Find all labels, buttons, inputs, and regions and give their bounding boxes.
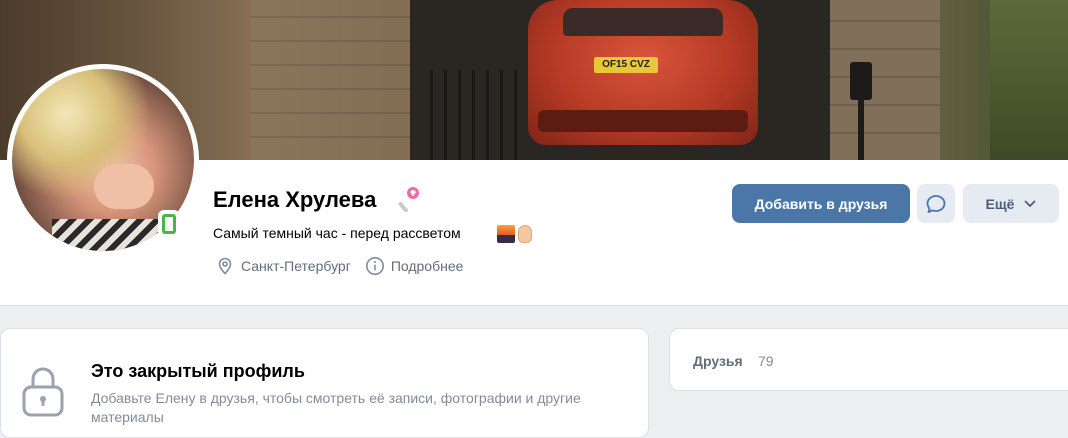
friends-card[interactable]: Друзья 79 xyxy=(669,328,1068,391)
message-button[interactable] xyxy=(917,184,955,223)
more-info-link[interactable]: Подробнее xyxy=(365,256,464,276)
car-bumper xyxy=(538,110,748,132)
cover-foliage xyxy=(990,0,1068,160)
info-icon xyxy=(365,257,384,275)
friends-count: 79 xyxy=(758,353,774,369)
sunset-emoji-icon xyxy=(497,225,515,243)
car-rear-window xyxy=(563,8,723,36)
chevron-down-icon xyxy=(1025,200,1036,207)
crossed-fingers-emoji-icon xyxy=(518,225,532,243)
profile-status: Самый темный час - перед рассветом xyxy=(213,225,461,241)
profile-header: OF15 CVZ Елена Хрулева Самый темный час … xyxy=(0,0,1068,306)
private-title: Это закрытый профиль xyxy=(91,361,305,381)
city-item[interactable]: Санкт-Петербург xyxy=(215,256,351,276)
profile-meta: Санкт-Петербург Подробнее xyxy=(215,256,477,276)
avatar[interactable] xyxy=(7,64,199,256)
profile-name: Елена Хрулева xyxy=(213,187,377,212)
location-pin-icon xyxy=(218,257,232,275)
car-plate: OF15 CVZ xyxy=(594,57,658,73)
city-label: Санкт-Петербург xyxy=(241,258,351,274)
friends-label: Друзья xyxy=(693,353,743,369)
add-friend-button[interactable]: Добавить в друзья xyxy=(732,184,910,223)
cover-gate-bars xyxy=(430,70,520,160)
lock-icon xyxy=(22,367,64,417)
status-emojis xyxy=(497,223,537,245)
more-label: Ещё xyxy=(985,195,1015,212)
cover-street-lamp xyxy=(848,62,874,160)
cover-car: OF15 CVZ xyxy=(528,0,758,145)
cover-stone-wall-right xyxy=(830,0,940,160)
private-profile-card: Это закрытый профиль Добавьте Елену в др… xyxy=(0,328,649,438)
online-mobile-icon xyxy=(158,210,180,238)
key-heart-emoji-icon xyxy=(398,187,419,212)
private-description: Добавьте Елену в друзья, чтобы смотреть … xyxy=(91,390,581,425)
more-dropdown-button[interactable]: Ещё xyxy=(963,184,1059,223)
more-info-label: Подробнее xyxy=(390,258,464,274)
cover-stone-wall xyxy=(250,0,410,160)
message-bubble-icon xyxy=(926,194,946,213)
